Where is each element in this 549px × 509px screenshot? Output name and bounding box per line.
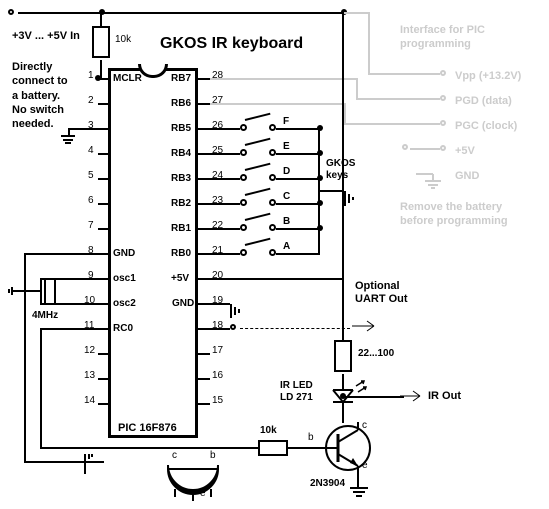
transistor: [320, 420, 380, 483]
vcc-bus: [342, 12, 344, 280]
battery-note: Directly connect to a battery. No switch…: [12, 60, 68, 131]
crystal-gnd: [8, 283, 24, 306]
prog-5v-label: +5V: [455, 145, 475, 157]
prog-interface-label: Interface for PIC programming: [400, 23, 485, 52]
mclr-label: MCLR: [113, 73, 142, 84]
title: GKOS IR keyboard: [160, 35, 303, 53]
key-E[interactable]: [240, 147, 276, 159]
uart-label: Optional UART Out: [355, 280, 408, 306]
t-e-label: e: [362, 460, 368, 471]
power-in-label: +3V ... +5V In: [12, 30, 80, 42]
vpp-label: Vpp (+13.2V): [455, 70, 521, 82]
key-C[interactable]: [240, 197, 276, 209]
keys-gnd: [344, 188, 362, 213]
pgc-terminal: [440, 120, 446, 126]
r1-resistor: [92, 26, 110, 58]
crystal-label: 4MHz: [32, 310, 58, 321]
t-c-label: c: [362, 420, 367, 431]
key-B[interactable]: [240, 222, 276, 234]
transistor-label: 2N3904: [310, 478, 345, 489]
r3-resistor: [334, 340, 352, 372]
t-b-label: b: [308, 432, 314, 443]
pin3-gnd: [55, 128, 75, 153]
ir-arrow: [400, 385, 428, 410]
irled-label: IR LED LD 271: [280, 380, 313, 404]
irout-label: IR Out: [428, 390, 461, 402]
chip-name: PIC 16F876: [118, 422, 177, 434]
gkos-keys-label: GKOS keys: [326, 158, 355, 182]
pgd-terminal: [440, 95, 446, 101]
prog-gnd-symbol: [415, 170, 443, 195]
remove-battery-note: Remove the battery before programming: [400, 200, 508, 229]
power-gray-stub: [344, 12, 370, 14]
key-F[interactable]: [240, 122, 276, 134]
key-A[interactable]: [240, 247, 276, 259]
r1-label: 10k: [115, 34, 131, 45]
crystal: [44, 278, 56, 305]
vpp-dropline: [368, 12, 370, 74]
power-wire: [18, 12, 344, 14]
r1-top-wire: [100, 12, 102, 26]
r3-label: 22...100: [358, 348, 394, 359]
prog-gnd-label: GND: [455, 170, 479, 182]
vpp-wire: [368, 73, 440, 75]
pgd-label: PGD (data): [455, 95, 512, 107]
transistor-gnd: [348, 486, 370, 507]
uart-terminal: [230, 324, 236, 330]
arrow-uart: [352, 316, 382, 339]
r2-resistor: [258, 440, 288, 456]
vpp-terminal: [440, 70, 446, 76]
power-terminal: [8, 9, 14, 15]
key-D[interactable]: [240, 172, 276, 184]
to92-package: [160, 455, 235, 506]
r2-label: 10k: [260, 425, 277, 436]
pgc-label: PGC (clock): [455, 120, 517, 132]
prog-5v-terminal: [440, 145, 446, 151]
